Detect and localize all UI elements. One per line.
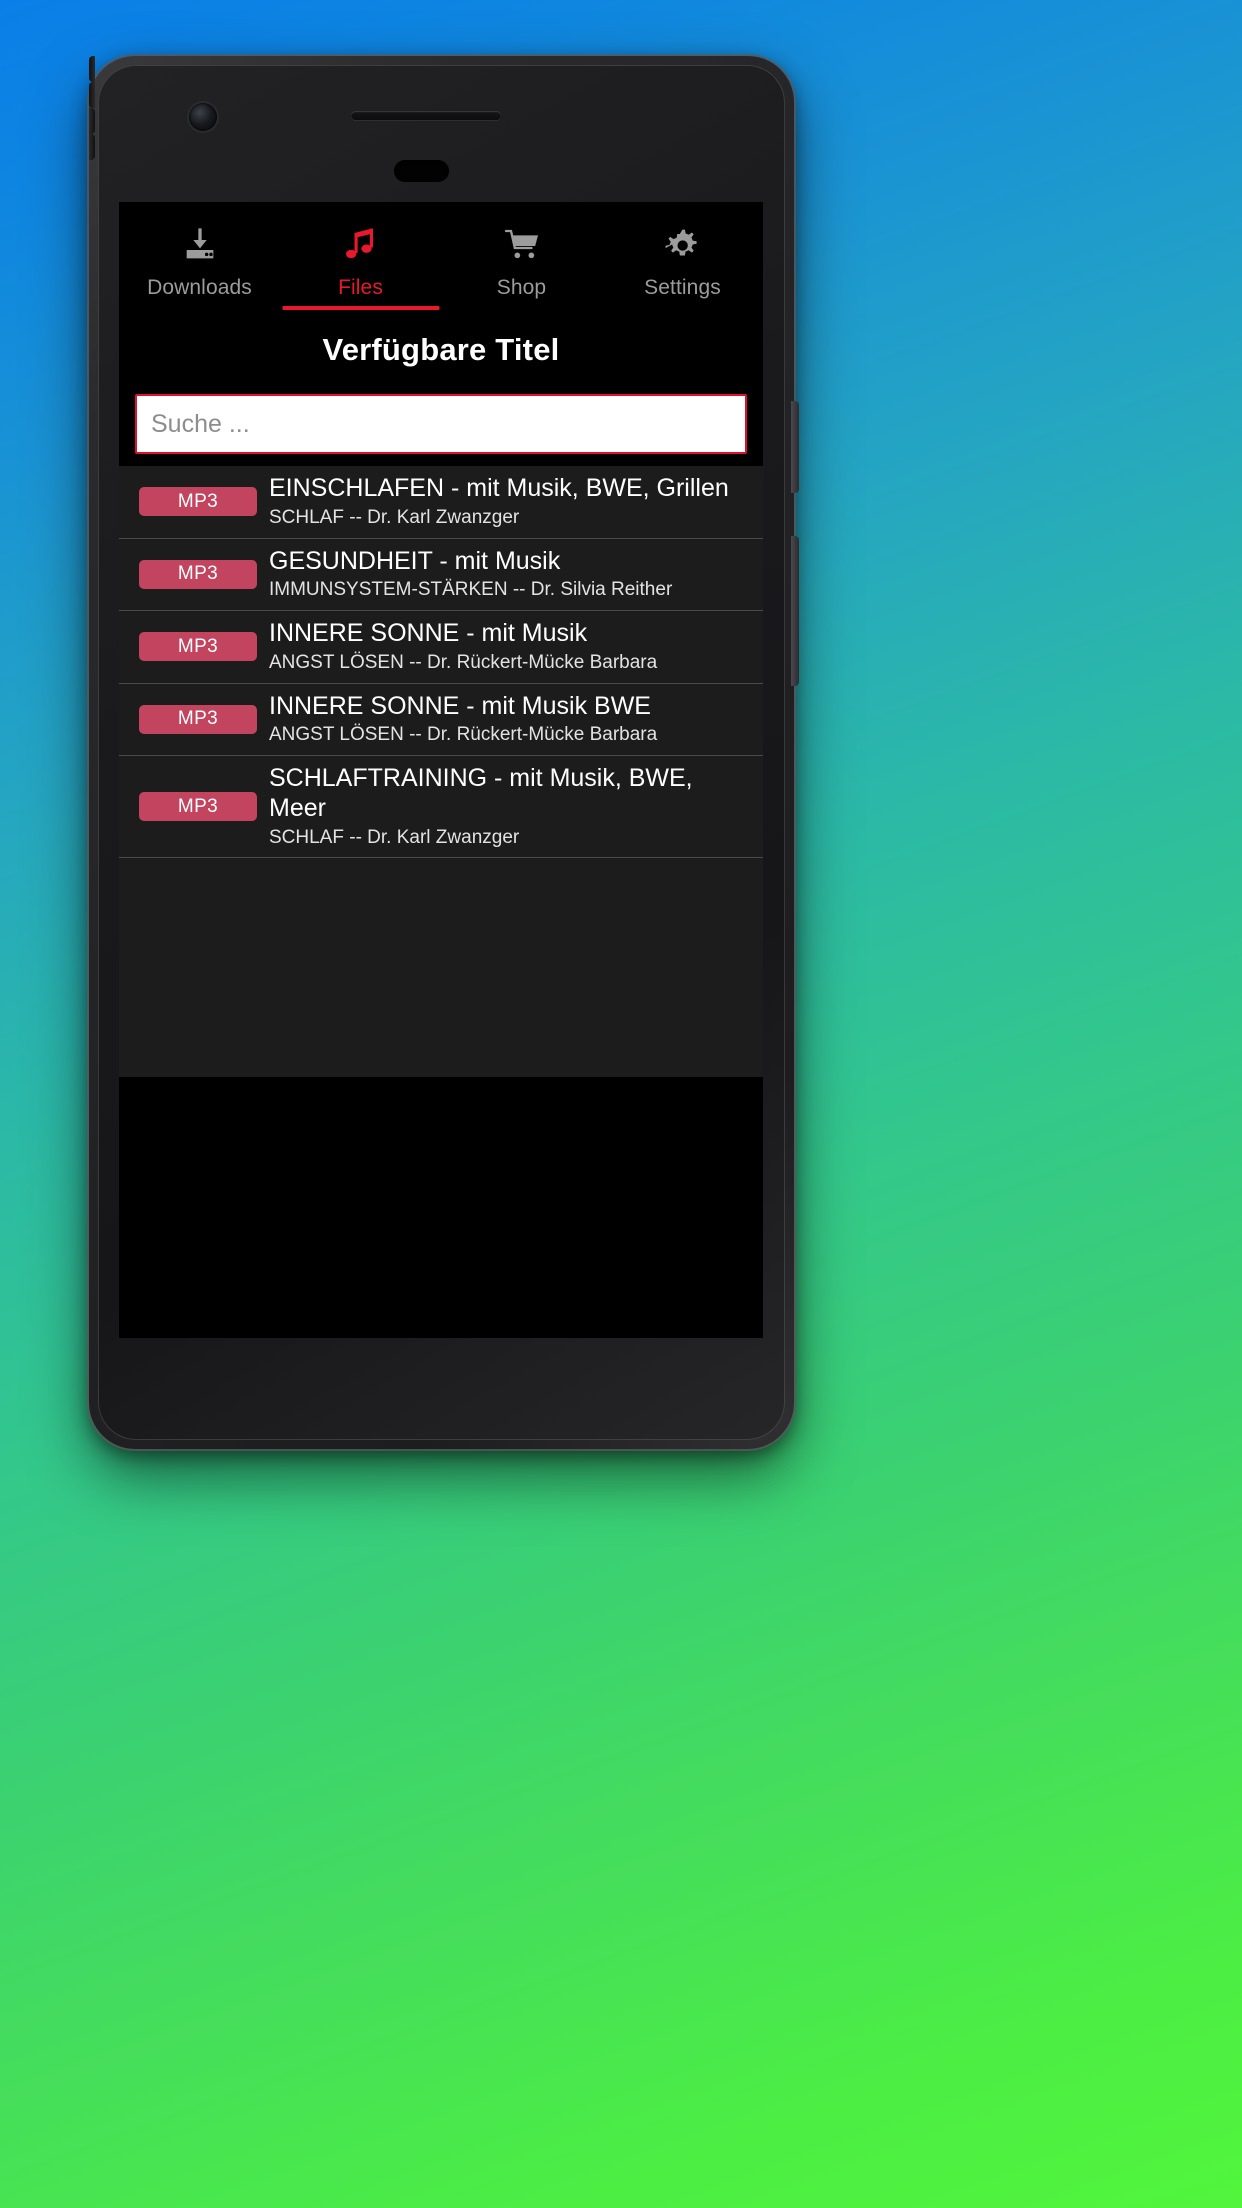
item-title: SCHLAFTRAINING - mit Musik, BWE, Meer [269, 764, 693, 822]
format-badge[interactable]: MP3 [139, 559, 257, 589]
earpiece-speaker [351, 111, 501, 120]
item-subtitle: ANGST LÖSEN -- Dr. Rückert-Mücke Barbara [269, 651, 658, 673]
music-note-icon [341, 222, 381, 268]
tab-downloads-label: Downloads [147, 276, 252, 299]
list-item[interactable]: MP3 INNERE SONNE - mit Musik BWE ANGST L… [119, 684, 763, 757]
format-badge[interactable]: MP3 [139, 704, 257, 734]
item-subtitle: IMMUNSYSTEM-STÄRKEN -- Dr. Silvia Reithe… [269, 579, 673, 601]
search-bar-container [119, 394, 763, 466]
proximity-sensor [394, 160, 449, 182]
format-badge[interactable]: MP3 [139, 632, 257, 662]
item-subtitle: SCHLAF -- Dr. Karl Zwanzger [269, 826, 520, 848]
main-tab-bar: Downloads Files Shop Settings [119, 202, 763, 310]
list-item[interactable]: MP3 INNERE SONNE - mit Musik ANGST LÖSEN… [119, 611, 763, 684]
phone-device-frame: Downloads Files Shop Settings Verfügbare… [89, 56, 799, 1449]
list-item[interactable]: MP3 GESUNDHEIT - mit Musik IMMUNSYSTEM-S… [119, 539, 763, 612]
item-subtitle: ANGST LÖSEN -- Dr. Rückert-Mücke Barbara [269, 724, 658, 746]
tab-settings[interactable]: Settings [602, 222, 763, 310]
text-cell: EINSCHLAFEN - mit Musik, BWE, Grillen SC… [269, 466, 755, 538]
antenna-band-right-top [89, 108, 95, 134]
page-title: Verfügbare Titel [119, 310, 763, 394]
tab-shop[interactable]: Shop [441, 222, 602, 310]
tab-files-label: Files [338, 276, 383, 299]
text-cell: INNERE SONNE - mit Musik ANGST LÖSEN -- … [269, 611, 755, 683]
antenna-band-right-bottom [89, 134, 95, 160]
search-input[interactable] [135, 394, 747, 454]
text-cell: SCHLAFTRAINING - mit Musik, BWE, Meer SC… [269, 756, 755, 857]
badge-cell: MP3 [119, 704, 269, 734]
phone-screen: Downloads Files Shop Settings Verfügbare… [119, 202, 763, 1338]
item-subtitle: SCHLAF -- Dr. Karl Zwanzger [269, 506, 520, 528]
tab-shop-label: Shop [496, 276, 547, 299]
badge-cell: MP3 [119, 632, 269, 662]
active-tab-indicator [282, 306, 439, 310]
item-title: GESUNDHEIT - mit Musik [269, 546, 561, 575]
text-cell: GESUNDHEIT - mit Musik IMMUNSYSTEM-STÄRK… [269, 539, 755, 611]
volume-button[interactable] [791, 536, 799, 686]
antenna-band-left-top [89, 56, 95, 82]
badge-cell: MP3 [119, 559, 269, 589]
format-badge[interactable]: MP3 [139, 487, 257, 517]
gear-icon [663, 222, 703, 268]
tab-downloads[interactable]: Downloads [119, 222, 280, 310]
shopping-cart-icon [502, 222, 542, 268]
item-title: INNERE SONNE - mit Musik [269, 619, 588, 648]
tab-files[interactable]: Files [280, 222, 441, 310]
antenna-band-left-bottom [89, 82, 95, 108]
front-camera-icon [189, 103, 217, 131]
item-title: EINSCHLAFEN - mit Musik, BWE, Grillen [269, 474, 729, 502]
badge-cell: MP3 [119, 487, 269, 517]
available-titles-list[interactable]: MP3 EINSCHLAFEN - mit Musik, BWE, Grille… [119, 466, 763, 1077]
item-title: INNERE SONNE - mit Musik BWE [269, 691, 651, 720]
tab-settings-label: Settings [644, 276, 721, 299]
download-icon [180, 222, 220, 268]
text-cell: INNERE SONNE - mit Musik BWE ANGST LÖSEN… [269, 684, 755, 756]
list-item[interactable]: MP3 EINSCHLAFEN - mit Musik, BWE, Grille… [119, 466, 763, 539]
format-badge[interactable]: MP3 [139, 792, 257, 822]
power-button[interactable] [791, 401, 799, 493]
badge-cell: MP3 [119, 792, 269, 822]
list-item[interactable]: MP3 SCHLAFTRAINING - mit Musik, BWE, Mee… [119, 756, 763, 859]
